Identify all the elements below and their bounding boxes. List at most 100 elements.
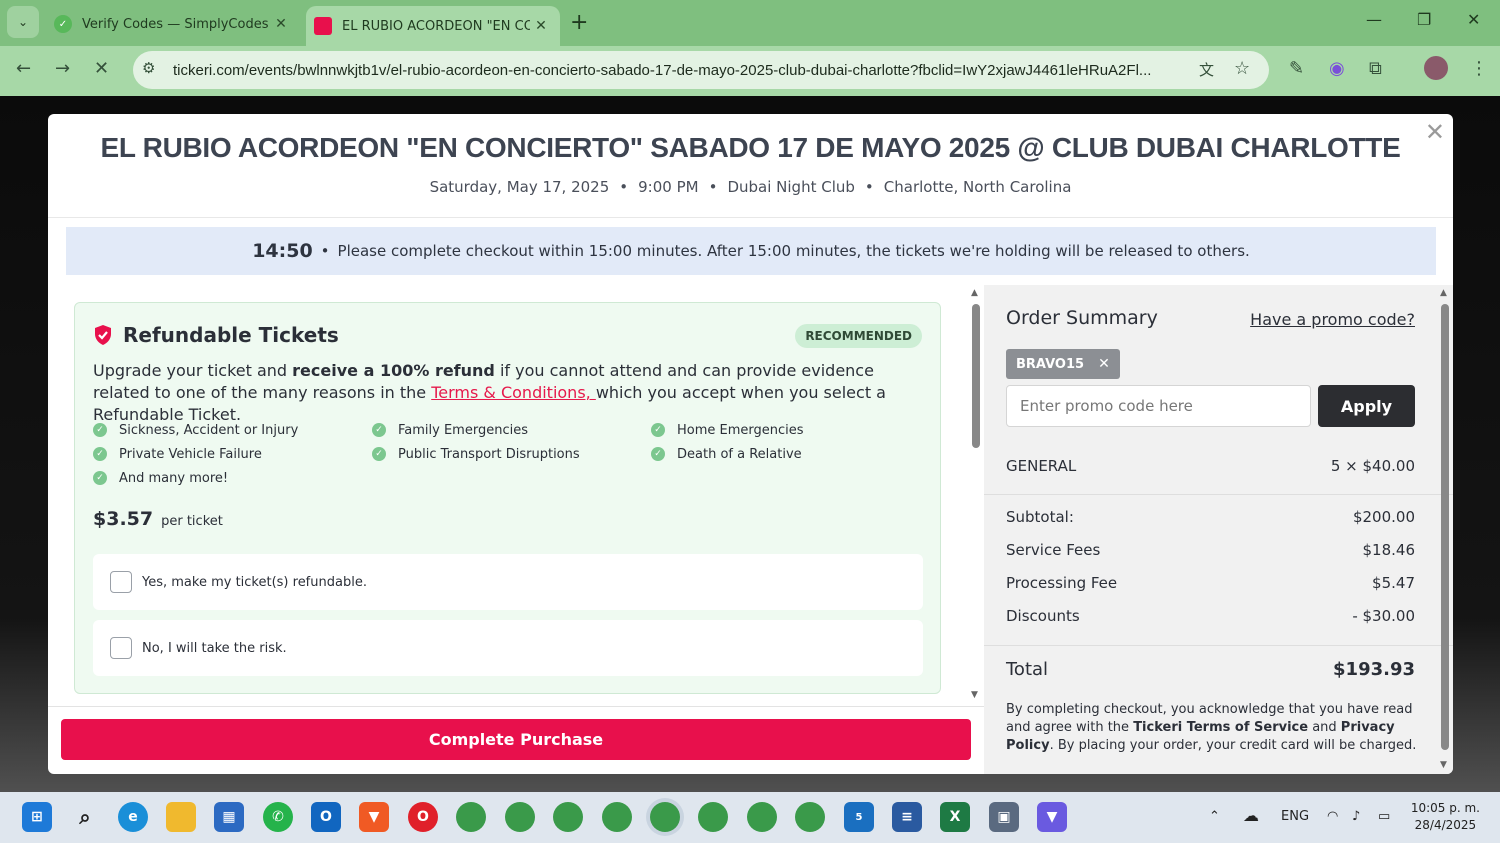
- scroll-down-icon[interactable]: ▼: [971, 690, 978, 700]
- edge-icon[interactable]: e: [118, 802, 148, 832]
- promo-code-input[interactable]: [1006, 385, 1311, 427]
- opera-icon[interactable]: O: [408, 802, 438, 832]
- subtotal-label: Subtotal:: [1006, 508, 1074, 526]
- word-icon[interactable]: 5: [844, 802, 874, 832]
- event-time: 9:00 PM: [638, 178, 699, 196]
- legal-text: . By placing your order, your credit car…: [1049, 738, 1417, 753]
- scroll-down-icon[interactable]: ▼: [1440, 760, 1447, 770]
- chrome-profile-icon[interactable]: [602, 802, 632, 832]
- terms-of-service-link[interactable]: Tickeri Terms of Service: [1133, 720, 1308, 735]
- chrome-profile-icon[interactable]: [553, 802, 583, 832]
- discounts-label: Discounts: [1006, 607, 1080, 625]
- list-item: ✓ Home Emergencies: [651, 421, 930, 439]
- terms-link[interactable]: Terms & Conditions,: [431, 383, 596, 402]
- translate-icon[interactable]: 文: [1199, 59, 1214, 80]
- chrome-profile-icon[interactable]: [505, 802, 535, 832]
- complete-purchase-button[interactable]: Complete Purchase: [61, 719, 971, 760]
- refundable-header: Refundable Tickets: [93, 323, 339, 347]
- subtotal-value: $200.00: [1352, 508, 1415, 526]
- check-circle-icon: ✓: [372, 447, 386, 461]
- refund-option-no[interactable]: No, I will take the risk.: [93, 620, 923, 676]
- refund-option-yes[interactable]: Yes, make my ticket(s) refundable.: [93, 554, 923, 610]
- chrome-profile-icon[interactable]: [795, 802, 825, 832]
- battery-icon[interactable]: ▭: [1378, 809, 1390, 824]
- reason-label: Public Transport Disruptions: [398, 446, 580, 462]
- left-scrollbar[interactable]: ▲ ▼: [970, 288, 982, 704]
- refund-price-unit: per ticket: [161, 514, 223, 529]
- restore-icon[interactable]: ❐: [1417, 10, 1431, 29]
- reason-label: And many more!: [119, 470, 229, 486]
- profile-avatar[interactable]: [1424, 56, 1448, 80]
- language-indicator[interactable]: ENG: [1281, 809, 1309, 824]
- meta-separator: •: [864, 178, 874, 196]
- chrome-profile-icon[interactable]: [747, 802, 777, 832]
- brave-icon[interactable]: ▼: [359, 802, 389, 832]
- refund-no-checkbox[interactable]: [110, 637, 132, 659]
- back-icon[interactable]: ←: [16, 58, 31, 79]
- excel-icon[interactable]: X: [940, 802, 970, 832]
- scroll-up-icon[interactable]: ▲: [971, 288, 978, 298]
- shield-check-icon: [95, 325, 111, 345]
- apply-button[interactable]: Apply: [1318, 385, 1415, 427]
- outlook-icon[interactable]: O: [311, 802, 341, 832]
- search-icon[interactable]: ⌕: [70, 802, 100, 832]
- checkout-modal: ✕ EL RUBIO ACORDEON "EN CONCIERTO" SABAD…: [48, 114, 1453, 774]
- extension-icon[interactable]: ◉: [1329, 58, 1345, 79]
- list-item: ✓ Family Emergencies: [372, 421, 651, 439]
- vpn-icon[interactable]: ▼: [1037, 802, 1067, 832]
- chrome-profile-icon-active[interactable]: [650, 802, 680, 832]
- remote-desktop-icon[interactable]: ▣: [989, 802, 1019, 832]
- bookmark-star-icon[interactable]: ☆: [1234, 58, 1250, 79]
- list-item: ✓ Sickness, Accident or Injury: [93, 421, 372, 439]
- promo-code-link[interactable]: Have a promo code?: [1250, 310, 1415, 329]
- divider: [48, 706, 984, 707]
- refund-yes-checkbox[interactable]: [110, 571, 132, 593]
- close-tab-icon[interactable]: ✕: [530, 18, 552, 34]
- menu-kebab-icon[interactable]: ⋮: [1470, 58, 1488, 79]
- remove-code-icon[interactable]: ✕: [1098, 356, 1110, 372]
- windows-taskbar: ⊞ ⌕ e ▦ ✆ O ▼ O 5 ≡ X ▣ ▼ ⌃ ☁ ENG ◠ ♪ ▭ …: [0, 792, 1500, 843]
- refund-no-label: No, I will take the risk.: [142, 640, 287, 656]
- chrome-profile-icon[interactable]: [698, 802, 728, 832]
- start-windows-icon[interactable]: ⊞: [22, 802, 52, 832]
- chrome-profile-icon[interactable]: [456, 802, 486, 832]
- checkout-timer-banner: 14:50 • Please complete checkout within …: [66, 227, 1436, 275]
- new-tab-icon[interactable]: +: [570, 10, 588, 35]
- scroll-up-icon[interactable]: ▲: [1440, 288, 1447, 298]
- processing-fee-value: $5.47: [1372, 574, 1415, 592]
- notepad-icon[interactable]: ≡: [892, 802, 922, 832]
- event-location: Charlotte, North Carolina: [883, 178, 1072, 196]
- applied-code: BRAVO15: [1016, 356, 1085, 372]
- volume-icon[interactable]: ♪: [1352, 809, 1360, 824]
- timer-message: Please complete checkout within 15:00 mi…: [337, 242, 1250, 260]
- wifi-icon[interactable]: ◠: [1327, 809, 1338, 824]
- whatsapp-icon[interactable]: ✆: [263, 802, 293, 832]
- extensions-puzzle-icon[interactable]: ⧉: [1369, 58, 1382, 79]
- close-tab-icon[interactable]: ✕: [270, 16, 292, 32]
- edit-icon[interactable]: ✎: [1289, 58, 1304, 79]
- minimize-icon[interactable]: —: [1366, 10, 1382, 29]
- onedrive-cloud-icon[interactable]: ☁: [1243, 806, 1259, 825]
- system-clock[interactable]: 10:05 p. m. 28/4/2025: [1411, 800, 1480, 834]
- check-circle-icon: ✓: [372, 423, 386, 437]
- refund-reasons-list: ✓ Sickness, Accident or Injury ✓ Family Em…: [93, 421, 933, 487]
- reason-label: Home Emergencies: [677, 422, 804, 438]
- close-window-icon[interactable]: ✕: [1467, 10, 1480, 29]
- tab-simplycodes[interactable]: ✓ Verify Codes — SimplyCodes ✕: [48, 6, 300, 42]
- file-explorer-icon[interactable]: [166, 802, 196, 832]
- list-item: ✓ Death of a Relative: [651, 445, 930, 463]
- store-icon[interactable]: ▦: [214, 802, 244, 832]
- divider: [48, 217, 1453, 218]
- event-date: Saturday, May 17, 2025: [429, 178, 610, 196]
- chevron-up-icon[interactable]: ⌃: [1209, 809, 1220, 824]
- divider: [984, 494, 1453, 495]
- tab-tickeri[interactable]: EL RUBIO ACORDEON "EN CON ✕: [306, 6, 560, 46]
- scrollbar-thumb[interactable]: [972, 304, 980, 448]
- right-scrollbar[interactable]: ▲ ▼: [1439, 288, 1451, 774]
- site-info-icon[interactable]: ⚙: [142, 59, 155, 77]
- scrollbar-thumb[interactable]: [1441, 304, 1449, 750]
- address-bar[interactable]: ⚙ tickeri.com/events/bwlnnwkjtb1v/el-rub…: [133, 51, 1269, 89]
- tab-search-button[interactable]: ⌄: [7, 6, 39, 38]
- forward-icon[interactable]: →: [55, 58, 70, 79]
- stop-icon[interactable]: ✕: [94, 58, 109, 79]
